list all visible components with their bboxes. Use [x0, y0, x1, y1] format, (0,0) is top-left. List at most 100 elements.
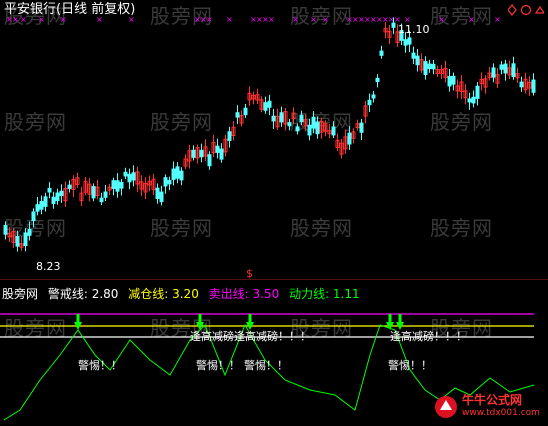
candle-body — [511, 63, 516, 78]
candlestick-chart[interactable]: × × × × × × × × × × × × × × × × × × × × × × × × × × × × × × × — [0, 0, 548, 280]
candle-body — [127, 173, 132, 183]
candle-body — [299, 114, 304, 123]
candle-body — [191, 149, 196, 158]
candle-body — [103, 191, 108, 198]
candle-body — [31, 211, 36, 221]
candle-body — [35, 204, 40, 212]
site-logo: 牛牛公式网 www.tdx001.com — [434, 392, 544, 422]
caret-up-icon[interactable] — [534, 5, 544, 14]
candle-body — [123, 171, 128, 177]
logo-name: 牛牛公式网 — [462, 393, 523, 407]
candle-body — [47, 188, 52, 193]
candle-body — [375, 77, 380, 83]
candle-body — [391, 22, 396, 28]
candle-body — [271, 115, 276, 122]
candle-body — [167, 180, 172, 185]
alert-overlap-right: 逢高减磅！！！ — [390, 330, 467, 343]
candle-body — [219, 148, 224, 160]
alert-warning: 警惕！！ — [78, 359, 122, 372]
candle-body — [411, 52, 416, 59]
candle-body — [175, 166, 180, 179]
candle-body — [43, 196, 48, 207]
candle-body — [111, 180, 116, 189]
candle-body — [59, 190, 64, 197]
candle-body — [359, 122, 364, 133]
candle-body — [155, 187, 160, 199]
alert-warning: 警惕！！ — [244, 359, 288, 372]
candle-body — [171, 168, 176, 180]
candle-body — [3, 225, 8, 235]
candle-body — [115, 180, 120, 192]
alert-overlap-left: 逢高减磅逢高减磅！！！ — [190, 330, 311, 343]
candle-body — [315, 121, 320, 135]
candle-body — [519, 81, 524, 88]
candle-body — [119, 181, 124, 189]
candle-body — [407, 37, 412, 45]
alert-warning: 警惕！！ — [196, 359, 240, 372]
down-arrow-icon — [396, 314, 404, 330]
x-marker: × — [468, 15, 475, 24]
candle-body — [23, 232, 28, 246]
candle-body — [447, 76, 452, 87]
candle-body — [39, 201, 44, 210]
candle-body — [179, 170, 184, 181]
candle-body — [423, 61, 428, 75]
candle-series — [3, 17, 536, 252]
candle-body — [263, 102, 268, 111]
candle-body — [55, 192, 60, 201]
candle-body — [267, 100, 272, 108]
chart-title: 平安银行(日线 前复权) — [4, 2, 136, 17]
x-marker: × — [206, 15, 213, 24]
candle-body — [159, 191, 164, 203]
candle-body — [91, 186, 96, 199]
candle-body — [415, 55, 420, 66]
candle-body — [491, 67, 496, 78]
diamond-icon[interactable] — [508, 4, 517, 16]
candle-body — [215, 145, 220, 153]
candle-body — [15, 235, 20, 247]
candle-body — [475, 85, 480, 99]
candle-body — [467, 98, 472, 103]
legend-power-line: 动力线: 1.11 — [289, 287, 360, 301]
candle-body — [279, 112, 284, 123]
candle-body — [307, 124, 312, 136]
x-marker: × — [322, 15, 329, 24]
dollar-marker: $ — [246, 267, 253, 280]
candle-body — [371, 94, 376, 99]
x-marker: × — [292, 15, 299, 24]
chart-window: 股旁网 股旁网 股旁网 股旁网 股旁网 股旁网 股旁网 股旁网 股旁网 股旁网 … — [0, 0, 548, 426]
candle-body — [403, 39, 408, 46]
candle-body — [347, 132, 352, 145]
candle-body — [227, 131, 232, 141]
candle-body — [67, 184, 72, 189]
candle-body — [287, 122, 292, 127]
candle-body — [27, 229, 32, 236]
x-marker: × — [268, 15, 275, 24]
signal-arrows — [74, 314, 404, 330]
price-high-label: 11.10 — [398, 23, 430, 36]
x-marker: × — [438, 15, 445, 24]
candle-body — [235, 112, 240, 118]
candle-body — [379, 50, 384, 56]
legend-sell-line: 卖出线: 3.50 — [208, 287, 280, 301]
candle-body — [99, 197, 104, 203]
down-arrow-icon — [74, 314, 82, 330]
candle-body — [163, 177, 168, 187]
indicator-source: 股旁网 — [2, 287, 39, 301]
down-arrow-icon — [246, 314, 254, 330]
candle-body — [131, 172, 136, 181]
toolbar-icons[interactable] — [508, 4, 544, 16]
candle-body — [427, 63, 432, 70]
x-marker: × — [226, 15, 233, 24]
circle-icon[interactable] — [520, 4, 532, 16]
candle-body — [451, 75, 456, 85]
legend-reduce-line: 减仓线: 3.20 — [128, 287, 199, 301]
candle-body — [531, 79, 536, 93]
x-marker: × — [494, 15, 501, 24]
candle-body — [295, 126, 300, 132]
candle-body — [331, 126, 336, 136]
candle-body — [243, 107, 248, 116]
candle-body — [503, 63, 508, 74]
candle-body — [367, 99, 372, 106]
candle-body — [471, 96, 476, 104]
